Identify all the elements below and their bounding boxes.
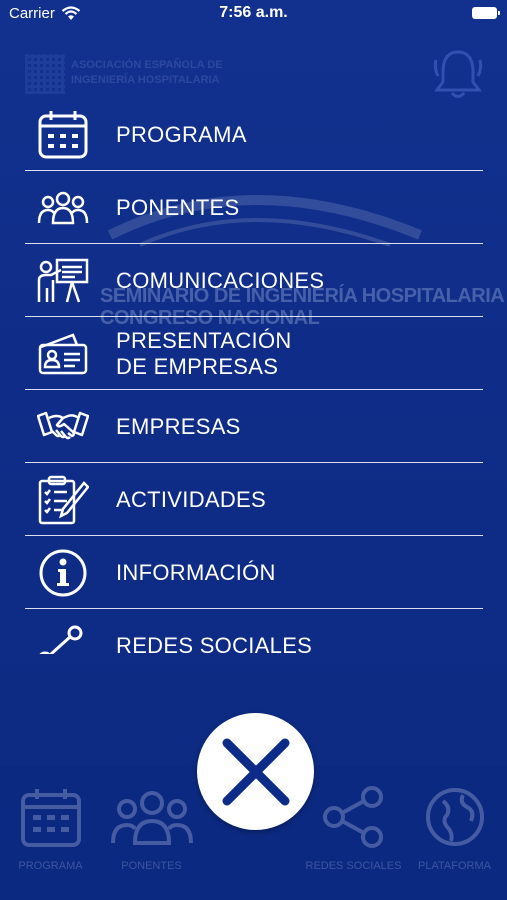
bell-icon bbox=[432, 46, 484, 102]
menu-item-label: EMPRESAS bbox=[116, 413, 241, 439]
association-logo: ASOCIACIÓN ESPAÑOLA DE INGENIERÍA HOSPITA… bbox=[25, 54, 230, 96]
menu-item-presentacion-empresas[interactable]: PRESENTACIÓN DE EMPRESAS bbox=[25, 317, 483, 390]
presenter-icon bbox=[37, 256, 89, 306]
menu-item-label: PROGRAMA bbox=[116, 121, 247, 147]
seminar-logo bbox=[255, 54, 355, 96]
globe-icon bbox=[425, 788, 484, 846]
menu-item-label: PRESENTACIÓN DE EMPRESAS bbox=[116, 327, 292, 379]
close-menu-button[interactable] bbox=[197, 713, 314, 830]
menu-item-empresas[interactable]: EMPRESAS bbox=[25, 390, 483, 463]
share-icon bbox=[37, 621, 89, 654]
people-icon bbox=[37, 183, 89, 233]
bg-tab-ponentes: PONENTES bbox=[101, 765, 202, 900]
menu-item-ponentes[interactable]: PONENTES bbox=[25, 171, 483, 244]
people-icon bbox=[110, 791, 193, 845]
menu-item-label: PONENTES bbox=[116, 194, 240, 220]
share-icon bbox=[322, 786, 383, 848]
bg-tab-programa: PROGRAMA bbox=[0, 765, 101, 900]
status-bar: Carrier 7:56 a.m. bbox=[0, 0, 507, 30]
menu-item-actividades[interactable]: ACTIVIDADES bbox=[25, 463, 483, 536]
business-card-icon bbox=[37, 329, 89, 379]
close-icon bbox=[222, 738, 289, 805]
menu-item-label: REDES SOCIALES bbox=[116, 632, 313, 655]
calendar-icon bbox=[37, 110, 89, 160]
checklist-icon bbox=[37, 475, 89, 525]
bg-tab-redes: REDES SOCIALES bbox=[303, 765, 404, 900]
menu-item-programa[interactable]: PROGRAMA bbox=[25, 98, 483, 171]
menu-item-comunicaciones[interactable]: COMUNICACIONES bbox=[25, 244, 483, 317]
status-time: 7:56 a.m. bbox=[219, 4, 288, 21]
handshake-icon bbox=[37, 402, 89, 452]
menu-item-label: ACTIVIDADES bbox=[116, 486, 266, 512]
menu-item-label: COMUNICACIONES bbox=[116, 267, 325, 293]
menu-item-redes-sociales[interactable]: REDES SOCIALES bbox=[25, 609, 483, 654]
side-menu: PROGRAMA PONENTES COMUNICACIONES PRESENT… bbox=[25, 98, 483, 654]
calendar-icon bbox=[20, 789, 81, 847]
bg-tab-plataforma: PLATAFORMA bbox=[404, 765, 505, 900]
battery-icon bbox=[472, 7, 500, 19]
info-icon bbox=[37, 548, 89, 598]
menu-item-label: INFORMACIÓN bbox=[116, 559, 276, 585]
menu-item-informacion[interactable]: INFORMACIÓN bbox=[25, 536, 483, 609]
